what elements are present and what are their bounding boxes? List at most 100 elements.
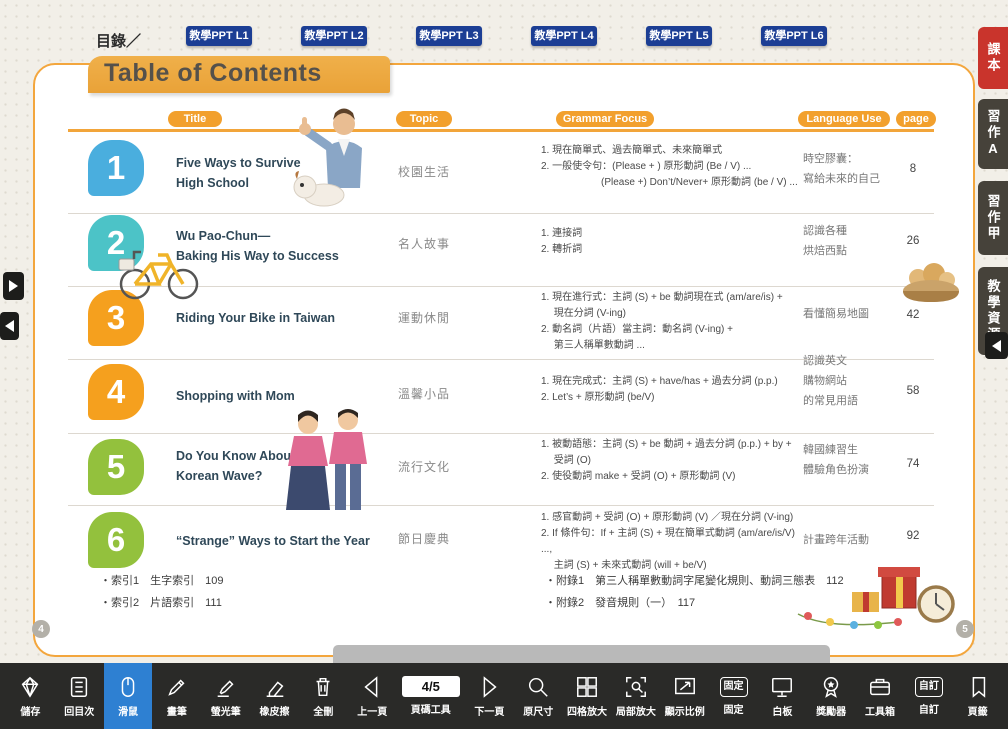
photo-bread-basket: [900, 250, 962, 304]
tool-original-size[interactable]: 原尺寸: [514, 663, 563, 729]
unit-topic: 溫馨小品: [388, 385, 460, 402]
pin-icon-text: 固定: [724, 682, 744, 692]
photo-student-thumbsup: [278, 108, 396, 208]
custom-icon: 自訂: [915, 677, 943, 697]
tool-label: 下一頁: [474, 703, 504, 718]
tool-label: 自訂: [919, 701, 939, 716]
appendix-note-2: ・附錄2 發音規則（一） 117: [545, 594, 695, 610]
unit-grammar: 1. 連接詞 2. 轉折詞: [541, 226, 799, 258]
edge-back-button[interactable]: [0, 312, 19, 340]
corner-page-left: 4: [32, 620, 50, 638]
unit-title[interactable]: “Strange” Ways to Start the Year: [176, 531, 376, 551]
custom-icon-text: 自訂: [919, 682, 939, 692]
pen-icon: [165, 675, 189, 699]
tool-reward[interactable]: 獎勵器: [807, 663, 856, 729]
tool-label: 四格放大: [567, 703, 607, 718]
unit-language-use: 時空膠囊： 寫給未來的自己: [803, 150, 899, 190]
tool-highlighter[interactable]: 螢光筆: [201, 663, 250, 729]
unit-grammar: 1. 感官動詞 + 受詞 (O) + 原形動詞 (V) ／現在分詞 (V-ing…: [541, 510, 799, 574]
magnifier-icon: [526, 675, 550, 699]
ppt-button-l5[interactable]: 教學PPT L5: [646, 26, 712, 46]
column-header-language: Language Use: [798, 111, 890, 127]
toolbar: 儲存 回目次 滑鼠 畫筆 螢光筆: [0, 663, 1008, 729]
ppt-button-l1[interactable]: 教學PPT L1: [186, 26, 252, 46]
tool-label: 局部放大: [616, 703, 656, 718]
tool-pin[interactable]: 固定 固定: [709, 663, 758, 729]
unit-language-use: 看懂簡易地圖: [803, 305, 899, 325]
corner-page-right: 5: [956, 620, 974, 638]
unit-grammar: 1. 現在完成式：主詞 (S) + have/has + 過去分詞 (p.p.)…: [541, 374, 799, 406]
ppt-button-l6[interactable]: 教學PPT L6: [761, 26, 827, 46]
unit-title[interactable]: Shopping with Mom: [176, 386, 376, 406]
prev-page-icon: [360, 675, 384, 699]
tool-label: 頁碼工具: [411, 701, 451, 716]
unit-number-badge: 4: [88, 364, 144, 420]
tool-area-zoom[interactable]: 局部放大: [611, 663, 660, 729]
tool-toolbox[interactable]: 工具箱: [856, 663, 905, 729]
tool-label: 滑鼠: [118, 703, 138, 718]
arrow-left-icon: [5, 320, 14, 332]
grid-icon: [575, 675, 599, 699]
tool-next-page[interactable]: 下一頁: [465, 663, 514, 729]
column-header-page: page: [896, 111, 936, 127]
ppt-button-l2[interactable]: 教學PPT L2: [301, 26, 367, 46]
photo-korean-couple: [278, 408, 378, 516]
tab-workbook-a[interactable]: 習作A: [978, 99, 1008, 169]
index-note-2: ・索引2 片語索引 111: [100, 594, 222, 610]
unit-language-use: 認識各種 烘焙西點: [803, 222, 899, 262]
tool-eraser[interactable]: 橡皮擦: [250, 663, 299, 729]
edge-forward-button[interactable]: [3, 272, 24, 300]
unit-title[interactable]: Riding Your Bike in Taiwan: [176, 308, 376, 328]
breadcrumb: 目錄／: [96, 30, 141, 51]
save-icon: [18, 675, 42, 699]
unit-page-number: 26: [896, 235, 930, 247]
unit-topic: 節日慶典: [388, 530, 460, 547]
unit-number-badge: 1: [88, 140, 144, 196]
arrow-left-icon: [992, 340, 1001, 352]
tool-save[interactable]: 儲存: [6, 663, 55, 729]
next-page-icon: [477, 675, 501, 699]
tool-four-pane-zoom[interactable]: 四格放大: [563, 663, 612, 729]
tool-label: 頁籤: [968, 703, 988, 718]
ppt-button-l3[interactable]: 教學PPT L3: [416, 26, 482, 46]
ratio-icon: [673, 675, 697, 699]
tool-mouse[interactable]: 滑鼠: [104, 663, 153, 729]
tool-label: 原尺寸: [523, 703, 553, 718]
edge-back-button-right[interactable]: [985, 332, 1008, 359]
unit-language-use: 計畫跨年活動: [803, 531, 899, 551]
unit-topic: 流行文化: [388, 458, 460, 475]
unit-page-number: 58: [896, 385, 930, 397]
tool-pen[interactable]: 畫筆: [152, 663, 201, 729]
highlighter-icon: [214, 675, 238, 699]
tool-whiteboard[interactable]: 白板: [758, 663, 807, 729]
ppt-button-l4[interactable]: 教學PPT L4: [531, 26, 597, 46]
tool-back-to-toc[interactable]: 回目次: [55, 663, 104, 729]
unit-grammar: 1. 現在簡單式、過去簡單式、未來簡單式 2. 一般使令句：(Please + …: [541, 143, 799, 191]
tool-label: 獎勵器: [816, 703, 846, 718]
tool-prev-page[interactable]: 上一頁: [348, 663, 397, 729]
tool-delete-all[interactable]: 全刪: [299, 663, 348, 729]
mouse-icon: [116, 675, 140, 699]
bookmark-icon: [966, 675, 990, 699]
page-indicator[interactable]: 4/5: [402, 676, 460, 697]
table-header-rule: [68, 129, 934, 132]
decoration-gifts-clock: [788, 552, 964, 638]
tab-workbook-jia[interactable]: 習作甲: [978, 181, 1008, 255]
unit-topic: 運動休閒: [388, 309, 460, 326]
tool-label: 工具箱: [865, 703, 895, 718]
tool-label: 上一頁: [357, 703, 387, 718]
unit-title[interactable]: Wu Pao-Chun— Baking His Way to Success: [176, 226, 376, 266]
tool-page-number[interactable]: 4/5 頁碼工具: [397, 663, 465, 729]
area-zoom-icon: [624, 675, 648, 699]
row-divider: [68, 505, 934, 506]
unit-number-badge: 6: [88, 512, 144, 568]
reward-star-icon: [819, 675, 843, 699]
ppt-button-row: 教學PPT L1 教學PPT L2 教學PPT L3 教學PPT L4 教學PP…: [186, 26, 827, 46]
tool-custom[interactable]: 自訂 自訂: [904, 663, 953, 729]
tool-label: 固定: [724, 701, 744, 716]
tool-page-tabs[interactable]: 頁籤: [953, 663, 1002, 729]
tab-textbook[interactable]: 課本: [978, 27, 1008, 89]
tool-display-ratio[interactable]: 顯示比例: [660, 663, 709, 729]
unit-page-number: 74: [896, 458, 930, 470]
arrow-right-icon: [9, 280, 18, 292]
